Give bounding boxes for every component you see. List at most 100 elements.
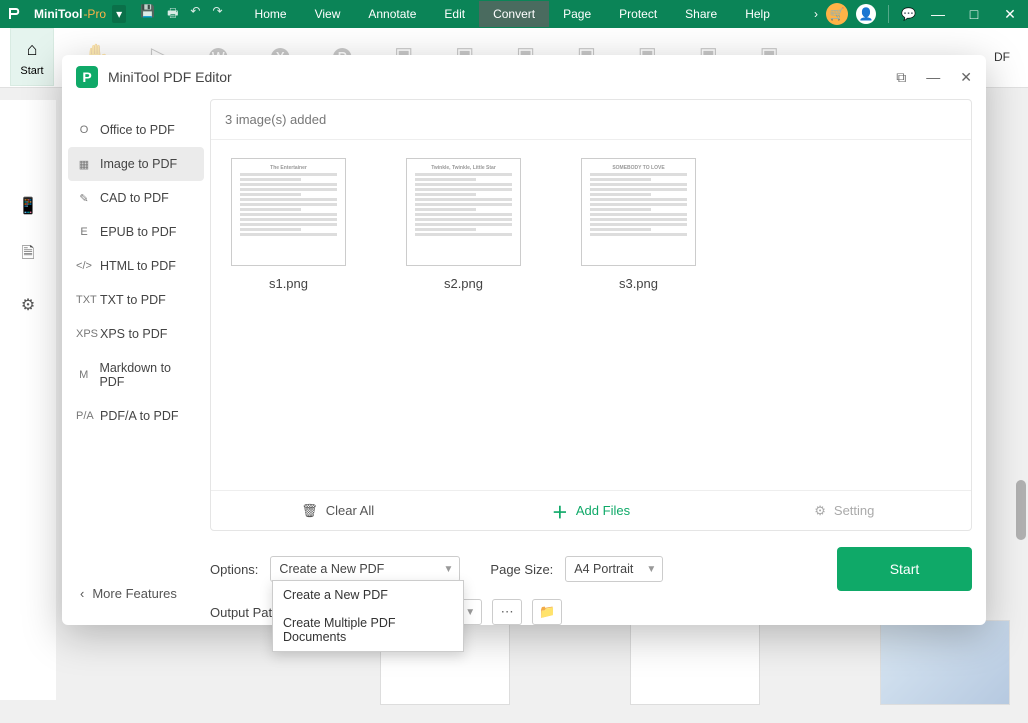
left-rail: 📱 🗎 ⚙ <box>0 100 56 700</box>
dialog-title: MiniTool PDF Editor <box>108 69 232 85</box>
chevron-down-icon: ▼ <box>444 564 454 575</box>
ribbon-overflow-label: DF <box>994 28 1028 64</box>
sidebar-item-image-to-pdf[interactable]: ▦Image to PDF <box>68 147 204 181</box>
dropdown-item-create-new[interactable]: Create a New PDF <box>273 581 463 609</box>
window-maximize[interactable]: □ <box>960 6 988 22</box>
content-header: 3 image(s) added <box>211 100 971 140</box>
sidebar-item-pdfa-to-pdf[interactable]: P/APDF/A to PDF <box>68 399 204 433</box>
bg-thumb[interactable] <box>630 620 760 705</box>
save-icon[interactable]: 💾 <box>140 4 155 25</box>
menu-home[interactable]: Home <box>241 1 301 27</box>
chevron-down-icon: ▼ <box>465 607 475 618</box>
pagesize-select[interactable]: A4 Portrait ▼ <box>565 556 663 582</box>
sidebar-item-label: CAD to PDF <box>100 191 169 205</box>
epub-icon: E <box>76 226 92 238</box>
divider <box>888 5 889 23</box>
image-icon: ▦ <box>76 158 92 171</box>
clear-all-label: Clear All <box>326 503 374 518</box>
rail-phone-icon[interactable]: 📱 <box>18 196 38 216</box>
thumb-music-title: The Entertainer <box>238 165 339 171</box>
redo-icon[interactable]: ↷ <box>212 4 222 25</box>
brand-dropdown[interactable]: ▾ <box>112 5 126 23</box>
options-dropdown-menu: Create a New PDF Create Multiple PDF Doc… <box>272 580 464 652</box>
sidebar-item-txt-to-pdf[interactable]: TXTTXT to PDF <box>68 283 204 317</box>
start-button-label: Start <box>890 561 920 577</box>
page-scrollbar[interactable] <box>1016 480 1026 540</box>
dialog-minimize[interactable]: — <box>926 69 940 86</box>
menu-view[interactable]: View <box>301 1 355 27</box>
thumb-filename: s2.png <box>406 276 521 291</box>
ribbon-start-button[interactable]: ⌂ Start <box>10 28 54 86</box>
file-thumb[interactable]: Twinkle, Twinkle, Little Star s2.png <box>406 158 521 472</box>
menu-edit[interactable]: Edit <box>430 1 479 27</box>
output-path-label: Output Pat <box>210 605 272 620</box>
dialog-logo-icon: P <box>76 66 98 88</box>
menu-overflow-caret[interactable]: › <box>814 7 818 21</box>
print-icon[interactable]: 🖶 <box>167 4 178 25</box>
ellipsis-icon: ⋯ <box>501 604 514 620</box>
dropdown-item-create-multiple[interactable]: Create Multiple PDF Documents <box>273 609 463 651</box>
sidebar-item-office-to-pdf[interactable]: O Office to PDF <box>68 113 204 147</box>
xps-icon: XPS <box>76 328 92 340</box>
markdown-icon: M <box>76 369 91 381</box>
main-menu: Home View Annotate Edit Convert Page Pro… <box>241 1 784 27</box>
sidebar-item-markdown-to-pdf[interactable]: M Markdown to PDF <box>68 351 204 399</box>
sidebar-item-xps-to-pdf[interactable]: XPS XPS to PDF <box>68 317 204 351</box>
sidebar-item-cad-to-pdf[interactable]: ✎ CAD to PDF <box>68 181 204 215</box>
menu-share[interactable]: Share <box>671 1 731 27</box>
dialog-header: P MiniTool PDF Editor ⧉ — ✕ <box>62 55 986 99</box>
options-label: Options: <box>210 562 258 577</box>
brand-name: MiniTool <box>34 7 82 21</box>
cart-icon[interactable]: 🛒 <box>826 3 848 25</box>
menu-help[interactable]: Help <box>731 1 784 27</box>
file-thumb[interactable]: The Entertainer s1.png <box>231 158 346 472</box>
rail-gear-icon[interactable]: ⚙ <box>21 295 35 315</box>
cad-icon: ✎ <box>76 192 92 205</box>
chevron-left-icon: ‹ <box>80 586 84 601</box>
menu-protect[interactable]: Protect <box>605 1 671 27</box>
sidebar-item-label: XPS to PDF <box>100 327 167 341</box>
pagesize-label: Page Size: <box>490 562 553 577</box>
add-files-label: Add Files <box>576 503 630 518</box>
menu-annotate[interactable]: Annotate <box>354 1 430 27</box>
sidebar-item-epub-to-pdf[interactable]: E EPUB to PDF <box>68 215 204 249</box>
undo-icon[interactable]: ↶ <box>190 4 200 25</box>
bg-thumb[interactable] <box>880 620 1010 705</box>
clear-all-button[interactable]: 🗑 Clear All <box>211 491 464 530</box>
file-thumb[interactable]: SOMEBODY TO LOVE s3.png <box>581 158 696 472</box>
convert-dialog: P MiniTool PDF Editor ⧉ — ✕ O Office to P… <box>62 55 986 625</box>
ribbon-start-label: Start <box>11 65 53 77</box>
add-files-button[interactable]: ＋ Add Files <box>464 491 717 530</box>
options-select[interactable]: Create a New PDF ▼ <box>270 556 460 582</box>
sidebar-item-label: Office to PDF <box>100 123 175 137</box>
plus-icon: ＋ <box>552 499 568 523</box>
sidebar-item-label: EPUB to PDF <box>100 225 176 239</box>
thumbnail-grid: The Entertainer s1.png Twinkle, Twinkle,… <box>211 140 971 490</box>
more-features-button[interactable]: ‹ More Features <box>80 586 177 601</box>
dialog-pin-icon[interactable]: ⧉ <box>896 69 906 86</box>
browse-button[interactable]: ⋯ <box>492 599 522 625</box>
open-folder-button[interactable]: 📁 <box>532 599 562 625</box>
html-icon: </> <box>76 260 92 272</box>
menu-page[interactable]: Page <box>549 1 605 27</box>
sidebar-item-html-to-pdf[interactable]: </>HTML to PDF <box>68 249 204 283</box>
quick-access-toolbar: 💾 🖶 ↶ ↷ <box>140 4 222 25</box>
content-box: 3 image(s) added The Entertainer s1.png … <box>210 99 972 531</box>
feedback-icon[interactable]: 💬 <box>901 7 916 21</box>
setting-button[interactable]: ⚙ Setting <box>718 491 971 530</box>
sidebar-item-label: Markdown to PDF <box>99 361 196 389</box>
pagesize-value: A4 Portrait <box>574 562 633 576</box>
thumb-music-title: Twinkle, Twinkle, Little Star <box>413 165 514 171</box>
thumb-filename: s3.png <box>581 276 696 291</box>
rail-doc-icon[interactable]: 🗎 <box>22 242 35 269</box>
start-button[interactable]: Start <box>837 547 972 591</box>
window-minimize[interactable]: — <box>924 6 952 22</box>
menu-convert[interactable]: Convert <box>479 1 549 27</box>
dialog-sidebar: O Office to PDF ▦Image to PDF ✎ CAD to PDF… <box>62 99 210 625</box>
sidebar-item-label: TXT to PDF <box>100 293 166 307</box>
office-icon: O <box>76 124 92 136</box>
user-icon[interactable]: 👤 <box>856 4 876 24</box>
window-close[interactable]: ✕ <box>996 6 1024 23</box>
dialog-close[interactable]: ✕ <box>960 69 972 86</box>
home-icon: ⌂ <box>11 39 53 60</box>
